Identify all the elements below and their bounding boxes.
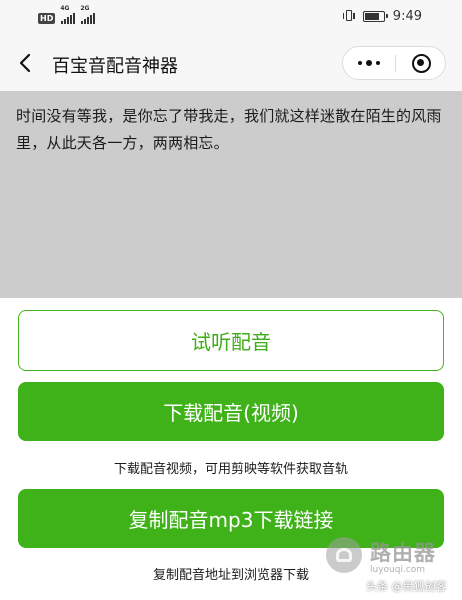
signal-icon: 4G	[60, 5, 76, 24]
watermark-logo: 路由器 luyouqi.com	[326, 535, 456, 581]
status-right: 9:49	[342, 8, 422, 24]
watermark-brand: 路由器	[370, 541, 436, 565]
status-bar: HD 4G 2G 9:49	[0, 0, 462, 36]
watermark-author: 头条 @黑狐创客	[366, 580, 447, 593]
more-icon[interactable]	[343, 47, 395, 79]
nav-bar: 百宝音配音神器	[0, 36, 462, 91]
page-title: 百宝音配音神器	[52, 56, 178, 77]
network-type-label: 2G	[80, 5, 90, 12]
signal-icon: 2G	[80, 5, 96, 24]
status-left: HD 4G 2G	[38, 5, 96, 26]
preview-dubbing-button[interactable]: 试听配音	[18, 310, 444, 371]
download-dubbing-video-button[interactable]: 下载配音(视频)	[18, 382, 444, 441]
hd-icon: HD	[38, 12, 56, 24]
close-target-icon[interactable]	[396, 47, 446, 79]
battery-icon	[362, 10, 388, 22]
back-icon[interactable]	[14, 51, 38, 75]
capsule-menu	[342, 46, 446, 80]
status-time: 9:49	[392, 8, 422, 24]
watermark-url: luyouqi.com	[370, 565, 426, 575]
dubbing-text-area[interactable]: 时间没有等我，是你忘了带我走，我们就这样迷散在陌生的风雨里，从此天各一方，两两相…	[0, 91, 462, 298]
download-hint: 下载配音视频，可用剪映等软件获取音轨	[113, 462, 348, 477]
vibrate-icon	[342, 8, 355, 24]
network-type-label: 4G	[60, 5, 70, 12]
watermark-logo-icon	[326, 537, 362, 573]
